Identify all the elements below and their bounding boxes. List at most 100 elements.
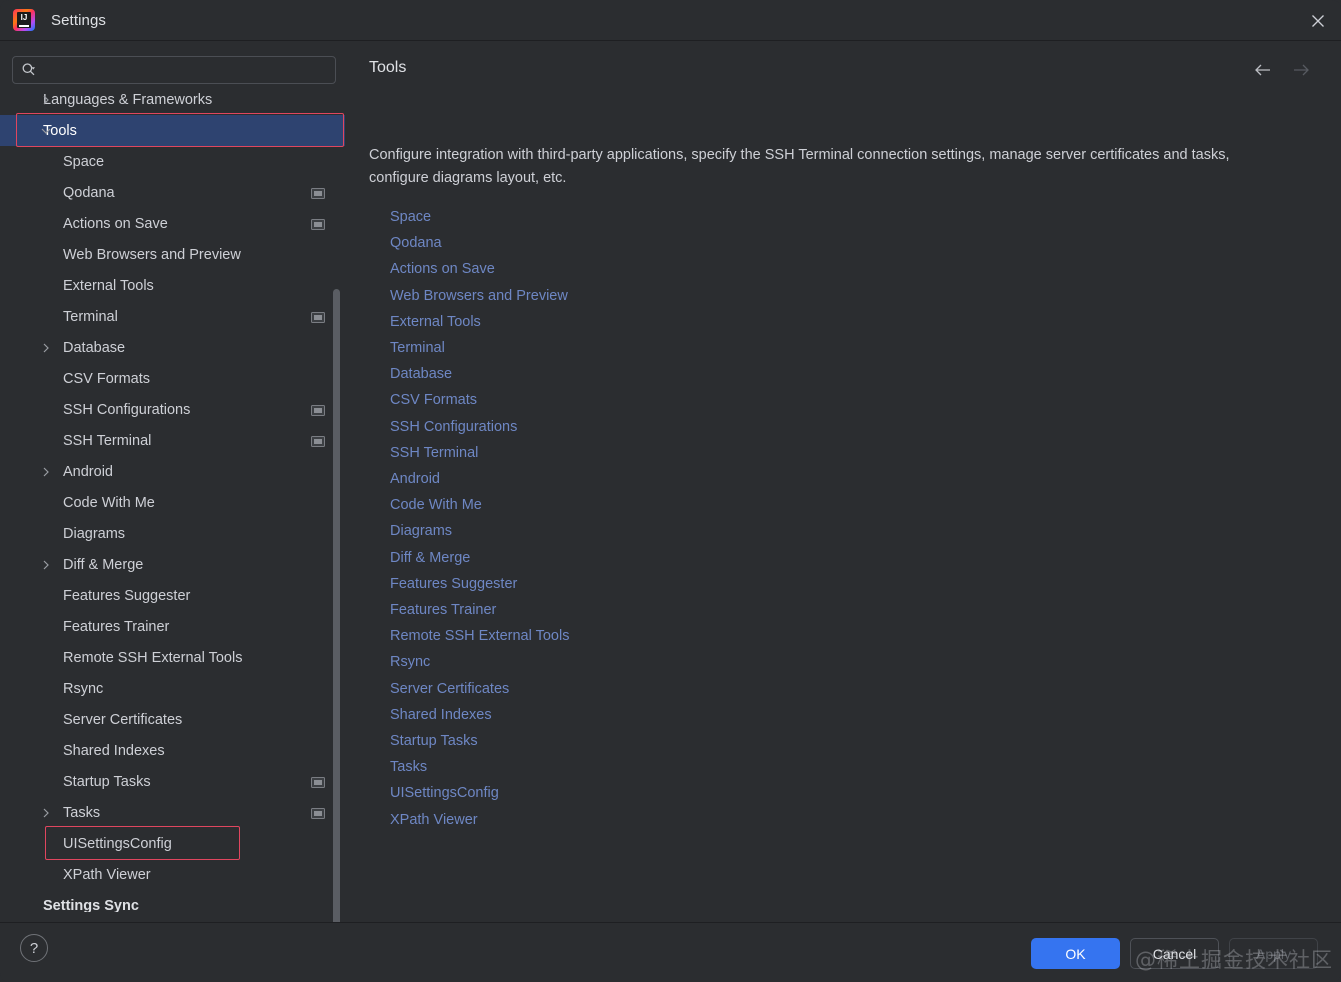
chevron-right-icon[interactable]	[40, 342, 52, 354]
sidebar-item-label: Code With Me	[63, 494, 155, 511]
chevron-right-icon[interactable]	[40, 807, 52, 819]
sidebar-item-label: Shared Indexes	[63, 742, 165, 759]
sidebar-item-diagrams[interactable]: Diagrams	[0, 518, 345, 549]
sidebar-item-label: XPath Viewer	[63, 866, 151, 883]
sidebar-item-space[interactable]: Space	[0, 146, 345, 177]
sidebar-item-label: Languages & Frameworks	[43, 91, 213, 108]
chevron-right-icon[interactable]	[40, 94, 52, 106]
settings-link-server-certificates[interactable]: Server Certificates	[390, 676, 509, 702]
sidebar-item-tasks[interactable]: Tasks	[0, 797, 345, 828]
dialog-footer: ? OK Cancel Apply @稀土掘金技术社区	[0, 922, 1341, 982]
settings-link-terminal[interactable]: Terminal	[390, 335, 445, 361]
sidebar-item-settings-sync[interactable]: Settings Sync	[0, 890, 345, 913]
settings-link-web-browsers-and-preview[interactable]: Web Browsers and Preview	[390, 283, 568, 309]
close-icon[interactable]	[1295, 0, 1341, 41]
sidebar-item-server-certificates[interactable]: Server Certificates	[0, 704, 345, 735]
settings-link-tasks[interactable]: Tasks	[390, 754, 427, 780]
sidebar-item-csv-formats[interactable]: CSV Formats	[0, 363, 345, 394]
sidebar-item-xpath-viewer[interactable]: XPath Viewer	[0, 859, 345, 890]
sidebar-item-qodana[interactable]: Qodana	[0, 177, 345, 208]
sidebar-item-label: CSV Formats	[63, 370, 151, 387]
sidebar-item-label: Tools	[43, 122, 77, 139]
settings-link-ssh-terminal[interactable]: SSH Terminal	[390, 440, 478, 466]
settings-tree[interactable]: Languages & Frameworks Tools Space Qodana Ac…	[0, 84, 345, 912]
sidebar-item-database[interactable]: Database	[0, 332, 345, 363]
sidebar-item-label: Qodana	[63, 184, 115, 201]
settings-link-uisettingsconfig[interactable]: UISettingsConfig	[390, 780, 499, 806]
arrow-left-icon[interactable]	[1253, 61, 1273, 79]
sidebar-scrollbar[interactable]	[333, 289, 341, 922]
dialog-buttons: OK Cancel Apply	[1031, 938, 1318, 969]
sidebar-item-web-browsers-and-preview[interactable]: Web Browsers and Preview	[0, 239, 345, 270]
sidebar-item-label: Features Suggester	[63, 587, 191, 604]
settings-link-code-with-me[interactable]: Code With Me	[390, 492, 482, 518]
sidebar-item-label: Web Browsers and Preview	[63, 246, 241, 263]
sidebar-item-ssh-configurations[interactable]: SSH Configurations	[0, 394, 345, 425]
title-bar-left: IJ Settings	[0, 9, 106, 31]
chevron-down-icon[interactable]	[40, 125, 52, 137]
project-level-settings-icon	[311, 807, 325, 819]
intellij-idea-icon: IJ	[13, 9, 35, 31]
settings-link-startup-tasks[interactable]: Startup Tasks	[390, 728, 478, 754]
sidebar-item-startup-tasks[interactable]: Startup Tasks	[0, 766, 345, 797]
settings-link-android[interactable]: Android	[390, 466, 440, 492]
sidebar-item-label: Space	[63, 153, 105, 170]
navigation-arrows	[1253, 61, 1311, 79]
settings-link-ssh-configurations[interactable]: SSH Configurations	[390, 414, 517, 440]
ok-button[interactable]: OK	[1031, 938, 1120, 969]
sidebar-item-label: Remote SSH External Tools	[63, 649, 243, 666]
sidebar-item-features-suggester[interactable]: Features Suggester	[0, 580, 345, 611]
settings-link-features-trainer[interactable]: Features Trainer	[390, 597, 496, 623]
sidebar-item-actions-on-save[interactable]: Actions on Save	[0, 208, 345, 239]
sidebar-item-code-with-me[interactable]: Code With Me	[0, 487, 345, 518]
settings-link-csv-formats[interactable]: CSV Formats	[390, 387, 477, 413]
search-field[interactable]	[12, 56, 336, 84]
sidebar-item-uisettingsconfig[interactable]: UISettingsConfig	[0, 828, 345, 859]
chevron-right-icon[interactable]	[40, 559, 52, 571]
settings-link-diff-merge[interactable]: Diff & Merge	[390, 545, 470, 571]
sidebar-item-external-tools[interactable]: External Tools	[0, 270, 345, 301]
sidebar-item-label: Settings Sync	[43, 897, 139, 913]
sidebar-item-features-trainer[interactable]: Features Trainer	[0, 611, 345, 642]
chevron-right-icon[interactable]	[40, 466, 52, 478]
sidebar-item-label: Diagrams	[63, 525, 126, 542]
cancel-button[interactable]: Cancel	[1130, 938, 1219, 969]
sidebar-item-shared-indexes[interactable]: Shared Indexes	[0, 735, 345, 766]
settings-link-qodana[interactable]: Qodana	[390, 230, 442, 256]
settings-dialog: IJ Settings Languages & Frameworks Tools…	[0, 0, 1341, 982]
sidebar-item-label: Server Certificates	[63, 711, 183, 728]
settings-link-remote-ssh-external-tools[interactable]: Remote SSH External Tools	[390, 623, 569, 649]
sidebar-item-remote-ssh-external-tools[interactable]: Remote SSH External Tools	[0, 642, 345, 673]
sidebar-item-android[interactable]: Android	[0, 456, 345, 487]
settings-sidebar: Languages & Frameworks Tools Space Qodana Ac…	[0, 41, 345, 922]
sidebar-item-tools[interactable]: Tools	[0, 115, 345, 146]
sidebar-item-languages-frameworks[interactable]: Languages & Frameworks	[0, 84, 345, 115]
project-level-settings-icon	[311, 435, 325, 447]
search-input[interactable]	[37, 62, 335, 78]
help-icon[interactable]: ?	[20, 934, 48, 962]
settings-link-xpath-viewer[interactable]: XPath Viewer	[390, 807, 478, 833]
settings-link-features-suggester[interactable]: Features Suggester	[390, 571, 517, 597]
settings-link-actions-on-save[interactable]: Actions on Save	[390, 256, 495, 282]
settings-link-shared-indexes[interactable]: Shared Indexes	[390, 702, 492, 728]
sidebar-item-label: Rsync	[63, 680, 104, 697]
sidebar-item-label: Startup Tasks	[63, 773, 151, 790]
sidebar-scrollbar-thumb[interactable]	[333, 289, 340, 922]
settings-link-diagrams[interactable]: Diagrams	[390, 518, 452, 544]
settings-link-rsync[interactable]: Rsync	[390, 649, 430, 675]
sidebar-item-label: Terminal	[63, 308, 118, 325]
sidebar-item-label: SSH Terminal	[63, 432, 152, 449]
sidebar-item-diff-merge[interactable]: Diff & Merge	[0, 549, 345, 580]
sidebar-item-label: Diff & Merge	[63, 556, 144, 573]
arrow-right-icon	[1291, 61, 1311, 79]
settings-link-space[interactable]: Space	[390, 204, 431, 230]
window-title: Settings	[51, 11, 106, 29]
project-level-settings-icon	[311, 404, 325, 416]
project-level-settings-icon	[311, 311, 325, 323]
settings-link-external-tools[interactable]: External Tools	[390, 309, 481, 335]
sidebar-item-rsync[interactable]: Rsync	[0, 673, 345, 704]
settings-link-database[interactable]: Database	[390, 361, 452, 387]
sidebar-item-ssh-terminal[interactable]: SSH Terminal	[0, 425, 345, 456]
sidebar-item-terminal[interactable]: Terminal	[0, 301, 345, 332]
sidebar-item-label: Actions on Save	[63, 215, 168, 232]
